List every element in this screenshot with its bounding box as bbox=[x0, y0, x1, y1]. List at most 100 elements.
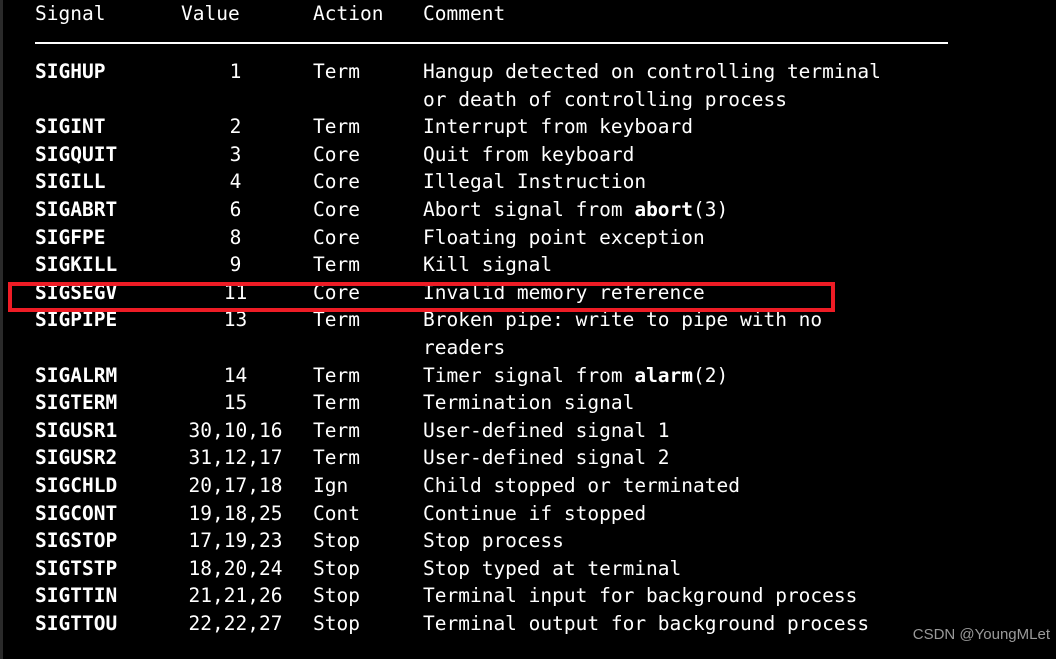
cell-comment: Continue if stopped bbox=[423, 501, 647, 525]
cell-signal: SIGFPE bbox=[35, 225, 106, 249]
table-row[interactable]: SIGINT 2 Term Interrupt from keyboard bbox=[35, 113, 1055, 141]
table-row[interactable]: SIGABRT 6 Core Abort signal from abort(3) bbox=[35, 196, 1055, 224]
table-row[interactable]: SIGCONT 19,18,25 Cont Continue if stopped bbox=[35, 500, 1055, 528]
cell-action: Term bbox=[313, 418, 360, 442]
table-row-continuation: readers bbox=[35, 334, 1055, 362]
cell-signal: SIGUSR1 bbox=[35, 418, 118, 442]
cell-value: 3 bbox=[229, 142, 242, 166]
cell-comment: User-defined signal 1 bbox=[423, 418, 670, 442]
cell-action: Stop bbox=[313, 611, 360, 635]
cell-comment: Invalid memory reference bbox=[423, 280, 705, 304]
table-row[interactable]: SIGTTOU 22,22,27 Stop Terminal output for b… bbox=[35, 610, 1055, 638]
table-row[interactable]: SIGTSTP 18,20,24 Stop Stop typed at termina… bbox=[35, 555, 1055, 583]
continuation-spacer bbox=[35, 334, 423, 362]
cell-signal: SIGKILL bbox=[35, 253, 118, 277]
cell-value: 9 bbox=[229, 253, 242, 277]
cell-comment-function-name: abort bbox=[634, 197, 694, 221]
cell-comment: User-defined signal 2 bbox=[423, 446, 670, 470]
cell-comment: Stop typed at terminal bbox=[423, 556, 682, 580]
cell-comment: Hangup detected on controlling terminal bbox=[423, 60, 881, 83]
table-row[interactable]: SIGUSR2 31,12,17 Term User-defined signal 2 bbox=[35, 444, 1055, 472]
cell-action: Term bbox=[313, 446, 360, 470]
cell-value: 15 bbox=[223, 391, 248, 415]
cell-signal: SIGTTOU bbox=[35, 611, 118, 635]
column-header-action: Action bbox=[313, 2, 384, 25]
cell-action: Term bbox=[313, 60, 360, 83]
cell-signal: SIGINT bbox=[35, 115, 106, 139]
header-divider bbox=[35, 42, 948, 44]
cell-value: 1 bbox=[229, 60, 242, 83]
cell-value: 8 bbox=[229, 225, 242, 249]
cell-action: Term bbox=[313, 363, 360, 387]
cell-comment: Interrupt from keyboard bbox=[423, 115, 694, 139]
table-row[interactable]: SIGSEGV 11 Core Invalid memory reference bbox=[35, 279, 1055, 307]
table-row[interactable]: SIGILL 4 Core Illegal Instruction bbox=[35, 168, 1055, 196]
cell-action: Term bbox=[313, 253, 360, 277]
cell-signal: SIGTTIN bbox=[35, 584, 118, 608]
cell-comment: Floating point exception bbox=[423, 225, 705, 249]
table-row[interactable]: SIGALRM 14 Term Timer signal from alarm(2) bbox=[35, 362, 1055, 390]
table-row-continuation: or death of controlling process bbox=[35, 86, 1055, 114]
cell-action: Stop bbox=[313, 584, 360, 608]
continuation-spacer bbox=[35, 86, 423, 114]
cell-value: 31,12,17 bbox=[188, 446, 283, 470]
cell-signal: SIGCONT bbox=[35, 501, 118, 525]
cell-comment: Termination signal bbox=[423, 391, 635, 415]
terminal-screen: Signal Value Action Comment SIGHUP 1 Term H… bbox=[0, 0, 1056, 659]
cell-value: 14 bbox=[223, 363, 248, 387]
cell-signal: SIGALRM bbox=[35, 363, 118, 387]
table-row[interactable]: SIGPIPE 13 Term Broken pipe: write to pipe … bbox=[35, 306, 1055, 334]
cell-comment: Kill signal bbox=[423, 253, 553, 277]
cell-action: Cont bbox=[313, 501, 360, 525]
cell-action: Term bbox=[313, 115, 360, 139]
cell-value: 6 bbox=[229, 197, 242, 221]
column-header-value: Value bbox=[181, 2, 240, 25]
table-row[interactable]: SIGUSR1 30,10,16 Term User-defined signal 1 bbox=[35, 417, 1055, 445]
cell-signal: SIGQUIT bbox=[35, 142, 118, 166]
cell-action: Ign bbox=[313, 473, 349, 497]
cell-comment-suffix: (3) bbox=[693, 197, 729, 221]
cell-comment: Timer signal from alarm(2) bbox=[423, 362, 1055, 390]
cell-action: Term bbox=[313, 308, 360, 332]
cell-value: 18,20,24 bbox=[188, 556, 283, 580]
table-row[interactable]: SIGCHLD 20,17,18 Ign Child stopped or termi… bbox=[35, 472, 1055, 500]
cell-value: 11 bbox=[223, 280, 248, 304]
cell-value: 13 bbox=[223, 308, 248, 332]
cell-value: 4 bbox=[229, 170, 242, 194]
cell-signal: SIGILL bbox=[35, 170, 106, 194]
table-header-row: Signal Value Action Comment bbox=[35, 0, 1055, 28]
cell-value: 20,17,18 bbox=[188, 473, 283, 497]
cell-signal: SIGABRT bbox=[35, 197, 118, 221]
table-row[interactable]: SIGQUIT 3 Core Quit from keyboard bbox=[35, 141, 1055, 169]
cell-comment: Quit from keyboard bbox=[423, 142, 635, 166]
cell-comment: Abort signal from abort(3) bbox=[423, 196, 1055, 224]
table-row[interactable]: SIGHUP 1 Term Hangup detected on controllin… bbox=[35, 58, 1055, 86]
cell-signal: SIGHUP bbox=[35, 60, 106, 83]
table-row[interactable]: SIGTTIN 21,21,26 Stop Terminal input for ba… bbox=[35, 582, 1055, 610]
table-row[interactable]: SIGFPE 8 Core Floating point exception bbox=[35, 224, 1055, 252]
column-header-signal: Signal bbox=[35, 2, 106, 25]
cell-action: Core bbox=[313, 170, 360, 194]
cell-action: Stop bbox=[313, 556, 360, 580]
column-header-comment: Comment bbox=[423, 2, 506, 25]
cell-signal: SIGPIPE bbox=[35, 308, 118, 332]
cell-value: 30,10,16 bbox=[188, 418, 283, 442]
csdn-watermark: CSDN @YoungMLet bbox=[912, 626, 1050, 643]
signal-table: Signal Value Action Comment bbox=[35, 0, 1055, 28]
cell-value: 17,19,23 bbox=[188, 529, 283, 553]
cell-action: Core bbox=[313, 142, 360, 166]
cell-comment-prefix: Timer signal from bbox=[423, 363, 635, 387]
table-row[interactable]: SIGTERM 15 Term Termination signal bbox=[35, 389, 1055, 417]
table-row[interactable]: SIGKILL 9 Term Kill signal bbox=[35, 251, 1055, 279]
table-row[interactable]: SIGSTOP 17,19,23 Stop Stop process bbox=[35, 527, 1055, 555]
cell-signal: SIGTERM bbox=[35, 391, 118, 415]
cell-action: Stop bbox=[313, 529, 360, 553]
signal-table-body: SIGHUP 1 Term Hangup detected on controllin… bbox=[35, 58, 1055, 637]
cell-comment: Illegal Instruction bbox=[423, 170, 647, 194]
cell-comment-prefix: Abort signal from bbox=[423, 197, 635, 221]
cell-comment-suffix: (2) bbox=[693, 363, 729, 387]
cell-value: 21,21,26 bbox=[188, 584, 283, 608]
cell-value: 19,18,25 bbox=[188, 501, 283, 525]
cell-comment-continuation: or death of controlling process bbox=[423, 87, 787, 111]
cell-value: 22,22,27 bbox=[188, 611, 283, 635]
